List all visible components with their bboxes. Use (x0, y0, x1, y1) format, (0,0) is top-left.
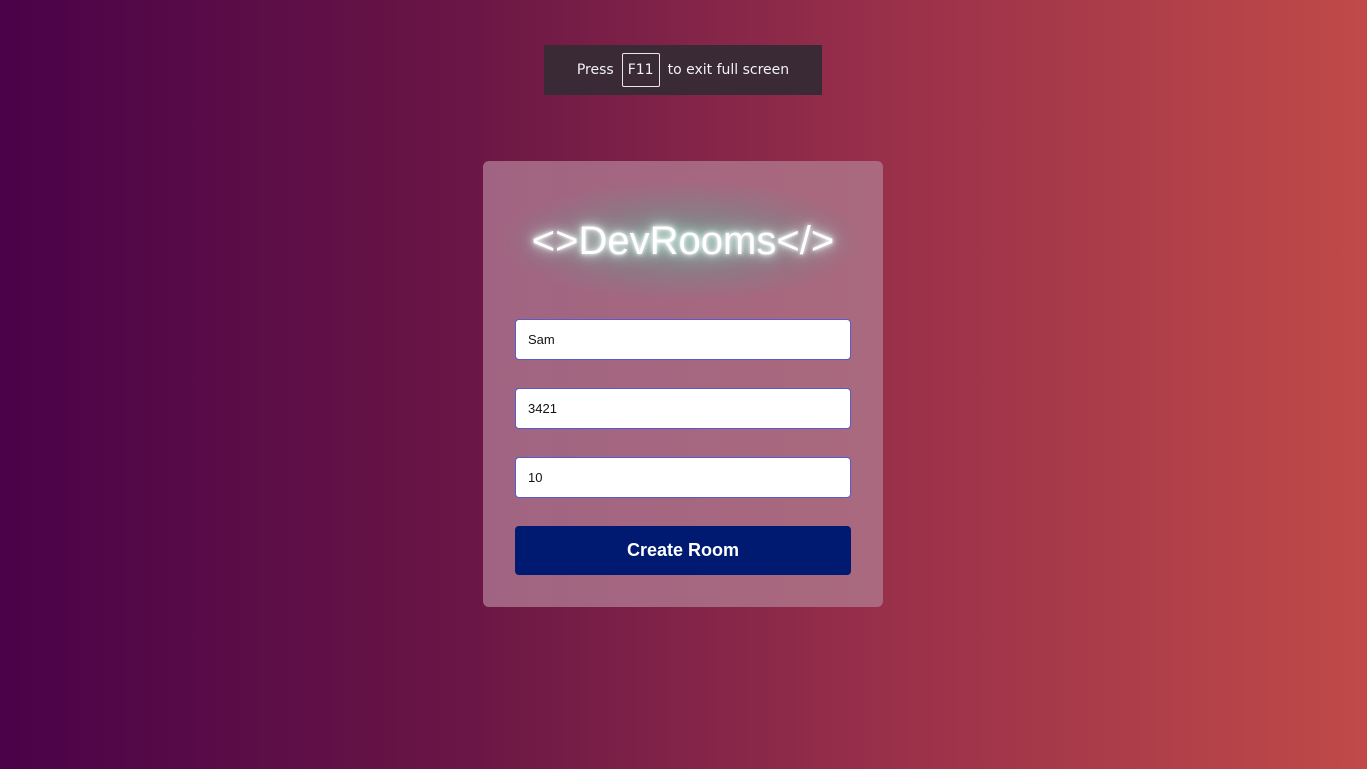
devrooms-logo: <>DevRooms</> (531, 219, 835, 263)
fullscreen-notice-prefix: Press (576, 62, 614, 78)
create-room-card: <>DevRooms</> Create Room (483, 161, 883, 607)
fullscreen-notice: Press F11 to exit full screen (544, 45, 822, 95)
create-room-button[interactable]: Create Room (515, 526, 851, 575)
username-input[interactable] (515, 319, 851, 360)
room-id-input[interactable] (515, 388, 851, 429)
fullscreen-notice-suffix: to exit full screen (667, 62, 790, 78)
room-size-input[interactable] (515, 457, 851, 498)
f11-key-badge: F11 (621, 53, 660, 87)
